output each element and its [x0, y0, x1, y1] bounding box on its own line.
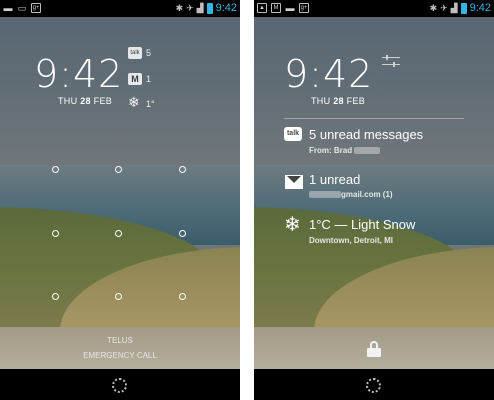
lock-date: THU 28 FEB [58, 96, 113, 106]
image-icon: ▲ [257, 3, 267, 13]
redacted-text [354, 147, 381, 155]
notification-subtitle: Downtown, Detroit, MI [309, 236, 393, 245]
settings-sliders-icon[interactable] [382, 54, 400, 68]
home-icon[interactable] [112, 378, 127, 393]
emergency-call-button[interactable]: EMERGENCY CALL [0, 351, 240, 360]
lock-clock: 9:42 [284, 52, 374, 96]
pattern-dot[interactable] [115, 293, 122, 300]
lock-icon[interactable] [367, 341, 381, 357]
status-bar: ▲ M ▬ g+ ✱ ✈ ▟ 9:42 [254, 0, 494, 17]
lockscreen-notifications: ▲ M ▬ g+ ✱ ✈ ▟ 9:42 9:42 THU 28 FEB talk [254, 0, 494, 400]
talk-icon: ▬ [285, 3, 295, 13]
status-time: 9:42 [469, 2, 491, 14]
battery-icon [460, 2, 467, 14]
redacted-text [309, 191, 341, 199]
pattern-dot[interactable] [52, 166, 59, 173]
notification-subtitle: gmail.com (1) [309, 190, 393, 199]
home-icon[interactable] [366, 378, 381, 393]
pattern-dot[interactable] [115, 230, 122, 237]
navigation-bar [254, 369, 494, 400]
talk-icon: talk [284, 127, 302, 141]
google-plus-icon: g+ [31, 3, 41, 13]
weather-temp: 1° [146, 99, 155, 109]
vibrate-icon: ✈ [440, 2, 448, 13]
divider [284, 118, 464, 119]
notification-title: 1°C — Light Snow [309, 217, 416, 232]
notification-title: 1 unread [309, 172, 361, 187]
vibrate-icon: ✈ [186, 2, 194, 13]
message-icon: ▭ [17, 3, 27, 13]
snowflake-icon: ❄ [128, 94, 140, 110]
status-time: 9:42 [215, 2, 237, 14]
pattern-dot[interactable] [115, 166, 122, 173]
gmail-icon [285, 175, 303, 189]
gmail-count: 1 [146, 74, 152, 84]
pattern-dot[interactable] [52, 293, 59, 300]
talk-count: 5 [146, 48, 152, 58]
status-bar: ▬ ▭ g+ ✱ ✈ ▟ 9:42 [0, 0, 240, 17]
signal-icon: ▟ [196, 2, 204, 13]
snowflake-icon: ❄ [284, 214, 301, 236]
pattern-dot[interactable] [179, 166, 186, 173]
signal-icon: ▟ [450, 2, 458, 13]
battery-icon [206, 2, 213, 14]
gmail-icon: M [271, 3, 281, 13]
notification-title: 5 unread messages [309, 127, 424, 142]
gmail-icon: M [128, 73, 142, 85]
carrier-label: TELUS [107, 336, 133, 345]
lock-clock: 9:42 [34, 52, 124, 96]
notification-subtitle: From: Brad [309, 146, 381, 155]
navigation-bar [0, 369, 240, 400]
bluetooth-icon: ✱ [175, 2, 184, 13]
pattern-dot[interactable] [179, 230, 186, 237]
talk-icon: ▬ [3, 3, 13, 13]
bluetooth-icon: ✱ [429, 2, 438, 13]
pattern-dot[interactable] [52, 230, 59, 237]
pattern-dot[interactable] [179, 293, 186, 300]
google-plus-icon: g+ [299, 3, 309, 13]
lock-date: THU 28 FEB [311, 96, 366, 106]
talk-icon: talk [128, 47, 142, 59]
lockscreen-pattern: ▬ ▭ g+ ✱ ✈ ▟ 9:42 9:42 THU 28 FEB talk 5… [0, 0, 240, 400]
